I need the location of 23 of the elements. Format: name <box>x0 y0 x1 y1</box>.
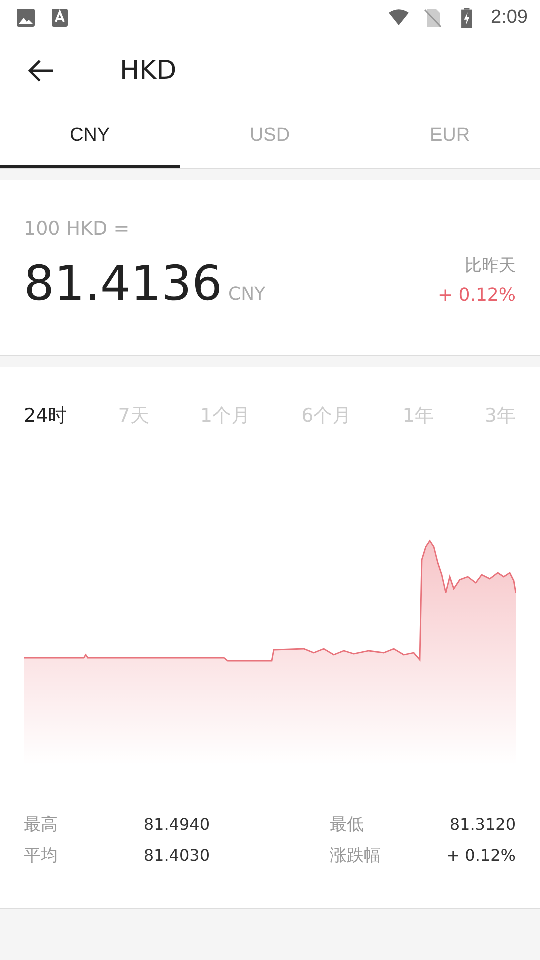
rate-value: 81.4136 <box>24 256 222 312</box>
stat-label: 最低 <box>330 814 364 836</box>
stat-label: 最高 <box>24 814 58 836</box>
currency-tab[interactable]: USD <box>180 106 360 168</box>
rate-unit: CNY <box>228 284 266 305</box>
wifi-icon <box>389 8 410 28</box>
stat-label: 涨跌幅 <box>330 845 381 867</box>
currency-tab[interactable]: EUR <box>360 106 540 168</box>
page-title: HKD <box>120 56 177 86</box>
status-time: 2:09 <box>491 7 528 29</box>
stat-value: + 0.12% <box>446 846 516 865</box>
stat-value: 81.4940 <box>144 815 210 834</box>
text-icon <box>50 8 70 28</box>
stat-value: 81.4030 <box>144 846 210 865</box>
compare-label: 比昨天 <box>465 255 516 277</box>
change-value: + 0.12% <box>438 285 516 306</box>
image-icon <box>16 8 36 28</box>
no-sim-icon <box>423 8 444 28</box>
stat-label: 平均 <box>24 845 58 867</box>
stat-value: 81.3120 <box>450 815 516 834</box>
base-amount: 100 HKD = <box>24 218 131 240</box>
currency-tab[interactable]: CNY <box>0 106 180 168</box>
period-tab[interactable]: 24时 <box>24 403 68 429</box>
